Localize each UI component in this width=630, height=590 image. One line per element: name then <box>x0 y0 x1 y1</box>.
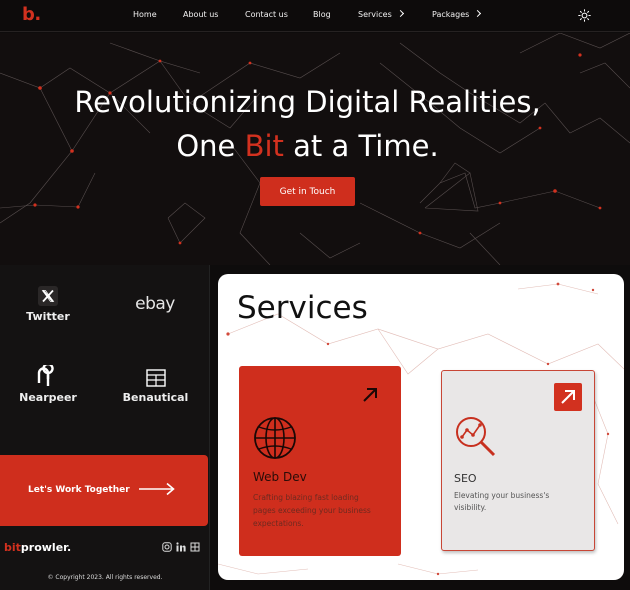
benautical-logo-icon <box>145 369 166 387</box>
client-twitter: Twitter <box>18 286 78 323</box>
instagram-icon[interactable] <box>162 542 172 552</box>
service-card-title: SEO <box>454 472 477 485</box>
nav-services-label: Services <box>358 10 392 19</box>
footer-brand-rest: prowler. <box>20 541 72 554</box>
nav-services[interactable]: Services <box>358 9 404 19</box>
chevron-right-icon <box>396 9 404 18</box>
hero-headline-line2: One Bit at a Time. <box>0 129 615 163</box>
seo-magnifier-icon <box>456 417 496 457</box>
client-label: Nearpeer <box>19 391 77 404</box>
client-ebay: ebay <box>125 294 185 314</box>
nav-about[interactable]: About us <box>183 10 218 19</box>
service-card-title: Web Dev <box>253 470 307 484</box>
arrow-up-right-icon <box>554 383 582 411</box>
client-label: Benautical <box>122 391 189 404</box>
client-nearpeer: Nearpeer <box>18 365 78 404</box>
service-card-desc: Crafting blazing fast loading pages exce… <box>253 493 371 528</box>
lets-work-together-button[interactable]: Let's Work Together <box>0 455 208 526</box>
service-card-webdev[interactable]: Web Dev Crafting blazing fast loading pa… <box>239 366 401 556</box>
clients-panel: Twitter ebay Nearpeer Benautical Let's W… <box>0 265 210 590</box>
nearpeer-logo-icon <box>37 365 54 386</box>
hero-line2-end: at a Time. <box>283 129 439 163</box>
top-nav: b. Home About us Contact us Blog Service… <box>0 0 630 32</box>
nav-packages[interactable]: Packages <box>432 9 482 19</box>
sun-icon[interactable] <box>578 9 591 22</box>
services-panel: Services Web Dev Crafting blazing fast l… <box>218 274 624 580</box>
nav-home[interactable]: Home <box>133 10 157 19</box>
hero-headline-line1: Revolutionizing Digital Realities, <box>74 85 541 119</box>
services-title: Services <box>237 290 368 326</box>
social-icon[interactable] <box>190 542 200 552</box>
chevron-right-icon <box>474 9 482 18</box>
footer-brand-bit: bit <box>4 541 21 554</box>
service-card-desc: Elevating your business's visibility. <box>454 491 550 512</box>
get-in-touch-button[interactable]: Get in Touch <box>260 177 355 206</box>
arrow-up-right-icon <box>363 388 377 402</box>
globe-icon <box>254 417 296 459</box>
x-logo-icon <box>38 286 58 306</box>
hero-line2-accent: Bit <box>244 129 284 163</box>
footer-brand: bitprowler. <box>4 541 71 554</box>
client-label: Twitter <box>26 310 70 323</box>
nav-packages-label: Packages <box>432 10 470 19</box>
linkedin-icon[interactable] <box>176 542 186 552</box>
hero-section: Revolutionizing Digital Realities, One B… <box>0 33 630 265</box>
site-logo[interactable]: b. <box>22 4 41 25</box>
work-label: Let's Work Together <box>28 485 130 495</box>
copyright-text: © Copyright 2023. All rights reserved. <box>47 574 163 581</box>
service-card-seo[interactable]: SEO Elevating your business's visibility… <box>441 370 595 551</box>
ebay-logo: ebay <box>135 294 175 314</box>
hero-line2-start: One <box>176 129 245 163</box>
nav-blog[interactable]: Blog <box>313 10 331 19</box>
nav-contact[interactable]: Contact us <box>245 10 288 19</box>
client-benautical: Benautical <box>118 369 193 404</box>
arrow-right-icon <box>139 482 175 496</box>
